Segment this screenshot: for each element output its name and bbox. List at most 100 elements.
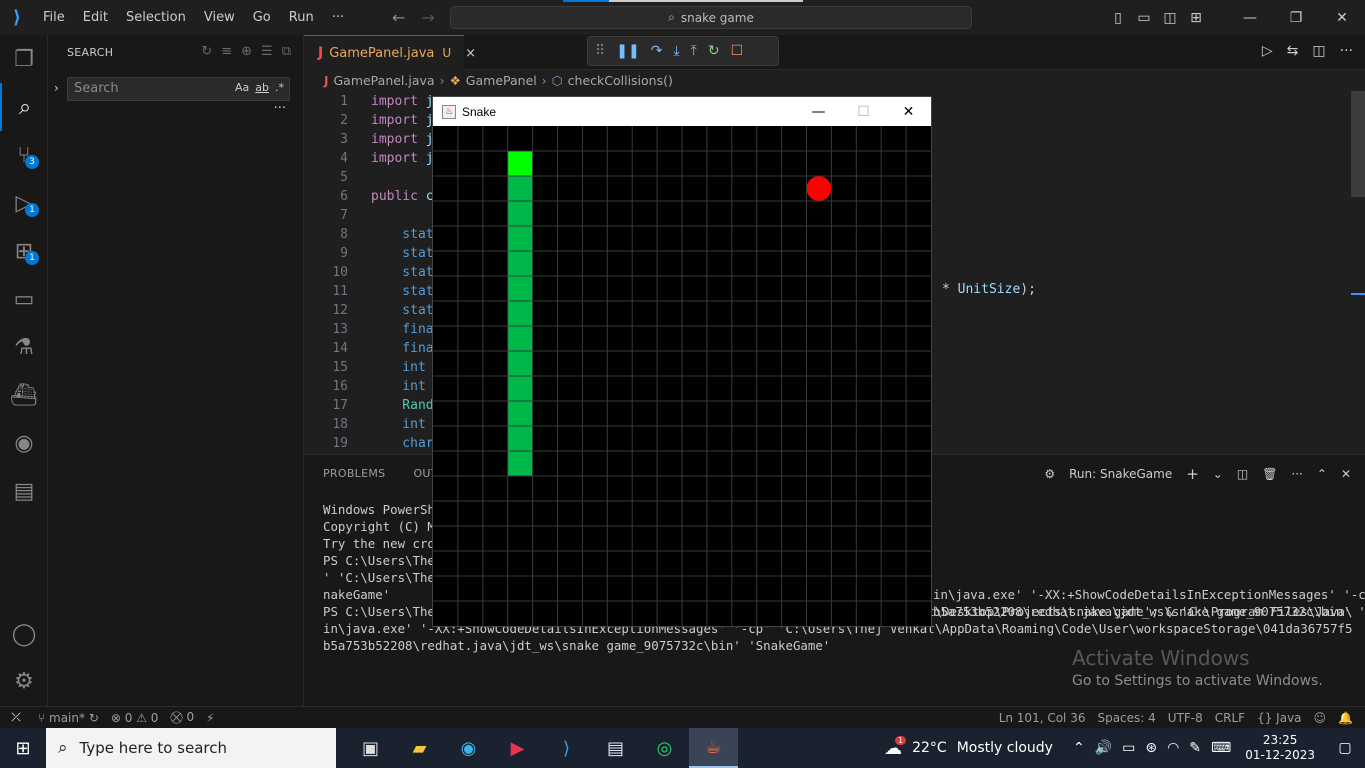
more-actions-icon[interactable]: ··· bbox=[1340, 43, 1353, 59]
close-icon[interactable]: ✕ bbox=[1319, 10, 1365, 26]
vscode-app-icon[interactable]: ⟩ bbox=[542, 728, 591, 768]
run-debug-icon[interactable]: ▷ 1 bbox=[0, 179, 48, 227]
tab-close-icon[interactable]: × bbox=[465, 46, 476, 61]
toggle-replace-chevron-icon[interactable]: › bbox=[54, 81, 59, 95]
terminal-dropdown-icon[interactable]: ⌄ bbox=[1213, 467, 1223, 481]
tab-problems[interactable]: PROBLEMS bbox=[323, 467, 385, 480]
problems-status[interactable]: ⊗ 0 ⚠ 0 bbox=[105, 711, 165, 725]
match-case-toggle[interactable]: Aa bbox=[235, 81, 249, 94]
use-regex-toggle[interactable]: .* bbox=[275, 81, 284, 94]
search-view-icon[interactable]: ⌕ bbox=[0, 83, 48, 131]
keyboard-icon[interactable]: ⌨ bbox=[1211, 740, 1231, 756]
clear-results-icon[interactable]: ≡ bbox=[221, 44, 232, 59]
drag-handle-icon[interactable]: ⠿ bbox=[595, 43, 605, 59]
split-editor-icon[interactable]: ◫ bbox=[1312, 43, 1325, 59]
network-icon[interactable]: ⊛ bbox=[1145, 740, 1157, 756]
collapse-all-icon[interactable]: ⧉ bbox=[282, 44, 291, 59]
snake-minimize-icon[interactable]: — bbox=[796, 104, 841, 120]
toggle-panel-icon[interactable]: ▭ bbox=[1131, 10, 1157, 26]
view-as-tree-icon[interactable]: ☰ bbox=[261, 44, 273, 59]
menu-more[interactable]: ··· bbox=[323, 0, 353, 35]
weather-cloud-icon[interactable]: ☁ 1 bbox=[884, 735, 907, 759]
restore-icon[interactable]: ❐ bbox=[1273, 10, 1319, 26]
restart-icon[interactable]: ↻ bbox=[708, 43, 720, 59]
minimize-icon[interactable]: — bbox=[1227, 10, 1273, 26]
stop-icon[interactable]: ☐ bbox=[731, 43, 744, 59]
breadcrumb-class[interactable]: GamePanel bbox=[466, 73, 537, 88]
toggle-secondary-sidebar-icon[interactable]: ◫ bbox=[1157, 10, 1183, 26]
indentation[interactable]: Spaces: 4 bbox=[1091, 711, 1161, 725]
menu-view[interactable]: View bbox=[195, 0, 244, 35]
split-terminal-icon[interactable]: ◫ bbox=[1237, 467, 1248, 481]
copilot-icon[interactable]: ☺ bbox=[1308, 711, 1333, 725]
end-of-line[interactable]: CRLF bbox=[1209, 711, 1251, 725]
menu-file[interactable]: File bbox=[34, 0, 74, 35]
terminal-app-icon[interactable]: ▣ bbox=[346, 728, 395, 768]
snake-game-board[interactable] bbox=[433, 126, 931, 626]
whatsapp-icon[interactable]: ◎ bbox=[640, 728, 689, 768]
github-icon[interactable]: ◉ bbox=[0, 419, 48, 467]
remote-explorer-icon[interactable]: ▭ bbox=[0, 275, 48, 323]
remote-indicator-icon[interactable]: ⤫ bbox=[0, 707, 32, 729]
scroll-thumb[interactable] bbox=[1351, 91, 1365, 197]
extensions-icon[interactable]: ⊞ 1 bbox=[0, 227, 48, 275]
more-actions-icon[interactable]: ··· bbox=[1291, 467, 1302, 481]
windows-start-icon[interactable]: ⊞ bbox=[0, 728, 46, 768]
account-icon[interactable]: ◯ bbox=[0, 610, 48, 658]
snake-close-icon[interactable]: ✕ bbox=[886, 104, 931, 120]
breadcrumb-method[interactable]: checkCollisions() bbox=[568, 73, 673, 88]
debug-status-icon[interactable]: ⚡ bbox=[200, 711, 220, 725]
taskbar-search[interactable]: ⌕ Type here to search bbox=[46, 728, 336, 768]
breadcrumb-file[interactable]: GamePanel.java bbox=[333, 73, 434, 88]
step-out-icon[interactable]: ⤒ bbox=[691, 43, 697, 59]
menu-edit[interactable]: Edit bbox=[74, 0, 117, 35]
weather-text[interactable]: Mostly cloudy bbox=[957, 740, 1053, 756]
menu-run[interactable]: Run bbox=[280, 0, 323, 35]
terminal-run-label[interactable]: Run: SnakeGame bbox=[1069, 467, 1172, 481]
match-whole-word-toggle[interactable]: ab bbox=[255, 81, 269, 94]
java-app-icon[interactable]: ☕ bbox=[689, 728, 738, 768]
command-center-search[interactable]: ⌕ snake game bbox=[450, 6, 972, 29]
editor-scrollbar[interactable] bbox=[1351, 91, 1365, 454]
snake-window-titlebar[interactable]: ♨ Snake — ☐ ✕ bbox=[433, 97, 931, 126]
volume-icon[interactable]: 🔊 bbox=[1095, 740, 1112, 756]
search-details-toggle[interactable]: ··· bbox=[274, 101, 286, 116]
toggle-sidebar-icon[interactable]: ▯ bbox=[1105, 10, 1131, 26]
menu-go[interactable]: Go bbox=[244, 0, 280, 35]
tab-gamepanel-java[interactable]: J GamePanel.java U × bbox=[304, 35, 476, 70]
back-arrow-icon[interactable]: ← bbox=[392, 8, 405, 27]
new-terminal-icon[interactable]: + bbox=[1186, 465, 1199, 483]
refresh-icon[interactable]: ↻ bbox=[201, 44, 212, 59]
notifications-bell-icon[interactable]: 🔔 bbox=[1332, 711, 1359, 725]
kill-terminal-icon[interactable]: 🗑 bbox=[1262, 467, 1277, 481]
forward-arrow-icon[interactable]: → bbox=[421, 8, 434, 27]
cursor-position[interactable]: Ln 101, Col 36 bbox=[993, 711, 1092, 725]
code-editor[interactable]: import j import j import j import j public c… bbox=[371, 92, 434, 453]
search-input[interactable] bbox=[74, 81, 214, 96]
tray-chevron-icon[interactable]: ⌃ bbox=[1073, 740, 1085, 756]
menu-selection[interactable]: Selection bbox=[117, 0, 195, 35]
snake-maximize-icon[interactable]: ☐ bbox=[841, 104, 886, 120]
new-search-editor-icon[interactable]: ⊕ bbox=[241, 44, 252, 59]
pause-icon[interactable]: ❚❚ bbox=[616, 43, 639, 59]
customize-layout-icon[interactable]: ⊞ bbox=[1183, 10, 1209, 26]
branch-status[interactable]: ⑂ main* ↻ bbox=[32, 711, 105, 725]
step-into-icon[interactable]: ⤓ bbox=[673, 43, 679, 59]
battery-icon[interactable]: ▭ bbox=[1122, 740, 1135, 756]
clock[interactable]: 23:25 01-12-2023 bbox=[1235, 733, 1325, 763]
temperature[interactable]: 22°C bbox=[912, 740, 947, 756]
step-over-icon[interactable]: ↷ bbox=[651, 43, 663, 59]
media-player-icon[interactable]: ▶ bbox=[493, 728, 542, 768]
close-panel-icon[interactable]: ✕ bbox=[1341, 467, 1351, 481]
wifi-icon[interactable]: ◠ bbox=[1167, 740, 1179, 756]
file-explorer-icon[interactable]: ▰ bbox=[395, 728, 444, 768]
chat-icon[interactable]: ▤ bbox=[0, 467, 48, 515]
notification-center-icon[interactable]: ▢ bbox=[1325, 740, 1365, 756]
language-mode[interactable]: {} Java bbox=[1251, 711, 1307, 725]
run-java-icon[interactable]: ▷ bbox=[1262, 43, 1273, 59]
explorer-icon[interactable]: ❐ bbox=[0, 35, 48, 83]
pen-icon[interactable]: ✎ bbox=[1189, 740, 1201, 756]
settings-gear-icon[interactable]: ⚙ bbox=[0, 657, 48, 705]
notepad-app-icon[interactable]: ▤ bbox=[591, 728, 640, 768]
testing-icon[interactable]: ⚗ bbox=[0, 323, 48, 371]
